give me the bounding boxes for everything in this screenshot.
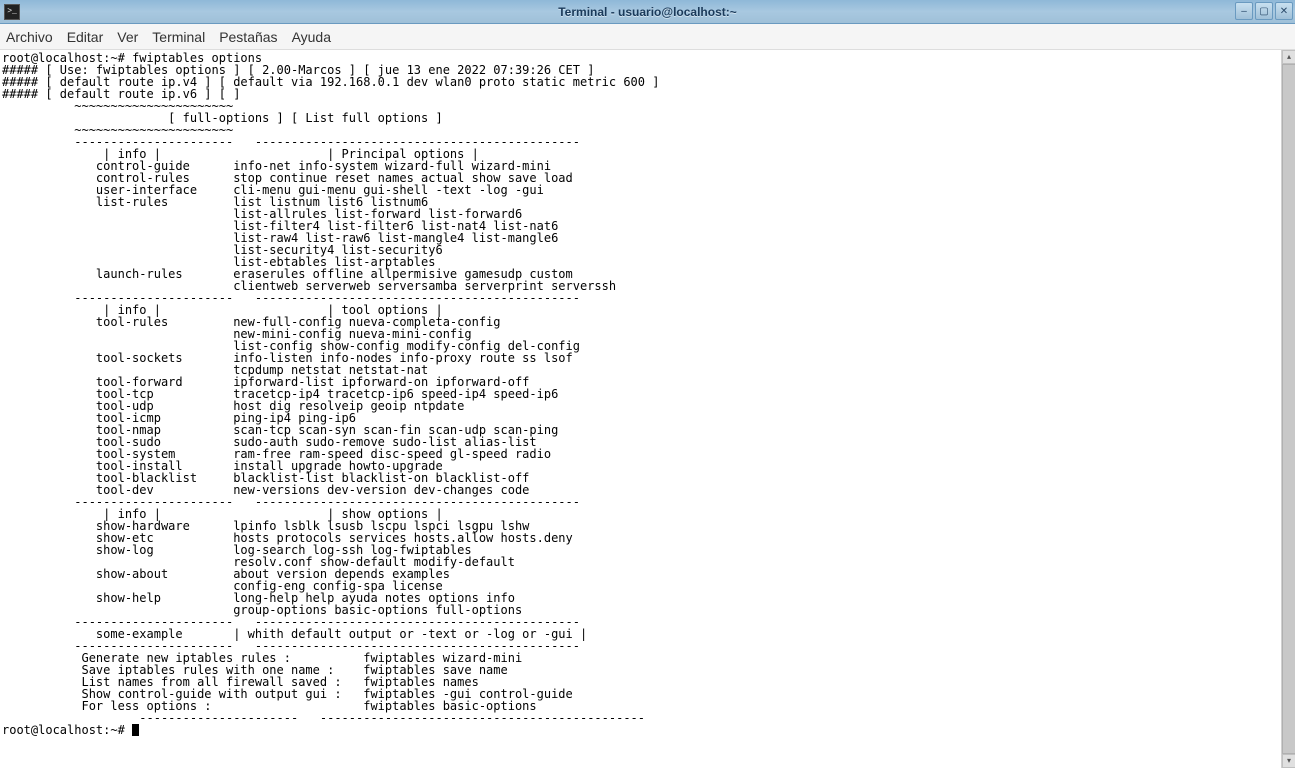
minimize-button[interactable]: – xyxy=(1235,2,1253,20)
scrollbar[interactable]: ▴ ▾ xyxy=(1281,50,1295,768)
maximize-button[interactable]: ▢ xyxy=(1255,2,1273,20)
cursor-icon xyxy=(132,724,139,736)
window-title: Terminal - usuario@localhost:~ xyxy=(558,5,737,19)
terminal-app-icon xyxy=(4,4,20,20)
close-button[interactable]: ✕ xyxy=(1275,2,1293,20)
titlebar: Terminal - usuario@localhost:~ – ▢ ✕ xyxy=(0,0,1295,24)
menu-archivo[interactable]: Archivo xyxy=(6,29,53,45)
menu-ayuda[interactable]: Ayuda xyxy=(292,29,331,45)
menu-terminal[interactable]: Terminal xyxy=(152,29,205,45)
terminal-output[interactable]: root@localhost:~# fwiptables options ###… xyxy=(0,50,1295,768)
window-controls: – ▢ ✕ xyxy=(1235,2,1293,20)
scrollbar-down-button[interactable]: ▾ xyxy=(1282,754,1295,768)
final-prompt: root@localhost:~# xyxy=(2,723,132,737)
scrollbar-thumb[interactable] xyxy=(1282,64,1295,754)
menubar: Archivo Editar Ver Terminal Pestañas Ayu… xyxy=(0,24,1295,50)
menu-pestanas[interactable]: Pestañas xyxy=(219,29,277,45)
menu-editar[interactable]: Editar xyxy=(67,29,104,45)
scrollbar-up-button[interactable]: ▴ xyxy=(1282,50,1295,64)
menu-ver[interactable]: Ver xyxy=(117,29,138,45)
